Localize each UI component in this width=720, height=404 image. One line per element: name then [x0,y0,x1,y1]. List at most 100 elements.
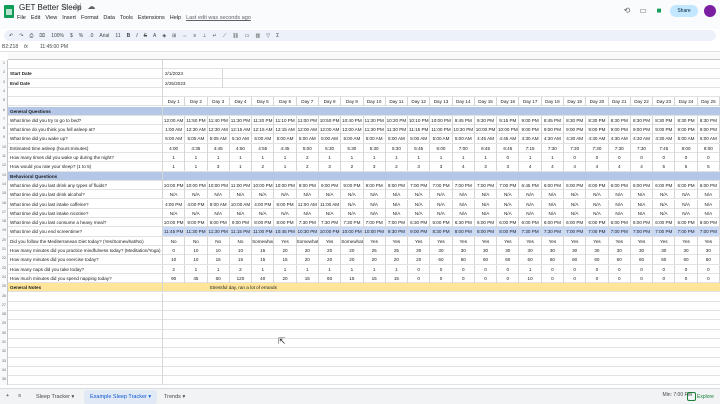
data-cell[interactable]: N/A [163,208,186,218]
data-cell[interactable]: N/A [475,199,498,209]
row-number[interactable]: 35 [0,377,8,381]
data-cell[interactable]: 4:30 AM [519,134,542,144]
data-cell[interactable]: 8:30 PM [631,115,654,125]
data-cell[interactable]: 30 [675,246,698,255]
row-label[interactable]: What time did you last drink any types o… [8,180,163,190]
menu-view[interactable]: View [45,15,57,26]
row-label[interactable]: What time did you last intake nicotine? [8,208,163,218]
data-cell[interactable]: 7:00 PM [453,180,475,190]
data-cell[interactable]: 2 [341,162,364,172]
data-cell[interactable]: 8:30 PM [675,115,698,125]
day-header[interactable]: Day 7 [297,97,319,107]
data-cell[interactable]: 30 [653,246,676,255]
data-cell[interactable]: 4:30 AM [586,134,609,144]
data-cell[interactable]: 7:00 [453,143,475,153]
data-cell[interactable]: Yes [631,236,654,246]
data-cell[interactable]: 9:00 PM [185,218,208,228]
data-cell[interactable]: 60 [319,273,342,283]
data-cell[interactable]: 5:00 AM [386,134,409,144]
data-cell[interactable]: 4:30 AM [653,134,676,144]
row-label[interactable] [8,301,163,311]
data-cell[interactable]: 9:00 PM [586,125,609,135]
data-cell[interactable]: 0 [497,153,520,162]
row-number[interactable]: 12 [0,163,8,167]
data-cell[interactable]: N/A [497,208,520,218]
row-headers[interactable]: 1 2 3 4 5 6 7 8 9 10 11 12 13 14 15 16 17 18 19 20 21 22 23 24 2… [0,60,8,385]
data-cell[interactable]: N/A [631,208,654,218]
day-header[interactable]: Day 24 [675,97,698,107]
data-cell[interactable]: 4 [609,162,631,172]
row-number[interactable]: 31 [0,340,8,344]
data-cell[interactable]: 5 [675,162,698,172]
data-cell[interactable]: 15 [297,273,319,283]
data-cell[interactable]: 5:05 AM [185,134,208,144]
data-cell[interactable]: N/A [230,208,253,218]
data-cell[interactable]: 1 [408,153,431,162]
data-cell[interactable]: 5:00 AM [675,134,698,144]
data-cell[interactable]: 1 [185,264,208,274]
filter-icon[interactable]: ▽ [266,33,270,39]
data-cell[interactable]: 6:00 PM [653,180,676,190]
data-cell[interactable]: 0 [675,264,698,274]
data-cell[interactable]: 20 [341,255,364,265]
row-label[interactable]: What time do you think you fell asleep a… [8,125,163,135]
chevron-down-icon[interactable]: ▾ [70,394,74,400]
data-cell[interactable]: Yes [586,236,609,246]
data-cell[interactable]: Yes [408,236,431,246]
data-cell[interactable]: 11:00 PM [297,115,319,125]
data-cell[interactable]: 11:10 PM [274,115,297,125]
data-cell[interactable]: 25 [364,246,386,255]
data-cell[interactable]: 60 [453,255,475,265]
data-cell[interactable]: 9:00 PM [230,218,253,228]
data-cell[interactable]: 20 [386,255,409,265]
data-cell[interactable]: 7:30 PM [519,227,542,237]
section-header[interactable]: General Questions [8,106,163,116]
data-cell[interactable]: N/A [698,199,720,209]
menu-extensions[interactable]: Extensions [138,15,165,26]
row-label[interactable]: How many naps did you take today? [8,264,163,274]
data-cell[interactable]: 60 [475,255,498,265]
data-cell[interactable]: 6:00 PM [430,218,453,228]
data-cell[interactable]: 15 [386,273,409,283]
data-cell[interactable]: 11:45 PM [163,227,186,237]
data-cell[interactable]: 5:00 AM [319,134,342,144]
row-number[interactable]: 2 [0,70,8,74]
data-cell[interactable]: 10:00 PM [318,227,342,237]
data-cell[interactable]: N/A [564,199,587,209]
data-cell[interactable]: 6:30 PM [453,218,475,228]
data-cell[interactable]: 10:45 PM [274,227,297,237]
data-cell[interactable]: 6:45 [475,143,498,153]
data-cell[interactable]: 1 [519,153,542,162]
note-cell[interactable]: Stressful day, ran a lot of errands [208,283,319,292]
row-label[interactable] [8,320,163,330]
data-cell[interactable]: 0 [675,153,698,162]
data-cell[interactable]: 7:00 PM [408,180,431,190]
data-cell[interactable]: N/A [519,190,542,200]
currency-icon[interactable]: $ [70,33,73,39]
data-cell[interactable]: 10:30 PM [296,227,319,237]
row-number[interactable]: 4 [0,89,8,93]
data-cell[interactable]: No [185,236,208,246]
data-cell[interactable]: 7:00 PM [675,227,698,237]
data-cell[interactable]: 7:00 PM [430,180,453,190]
data-cell[interactable]: 6:00 PM [698,180,720,190]
fill-color-icon[interactable]: ◈ [162,33,166,39]
row-number[interactable]: 29 [0,321,8,325]
data-cell[interactable]: 5:00 AM [453,134,475,144]
data-cell[interactable]: N/A [542,199,565,209]
data-cell[interactable]: 15 [364,273,386,283]
data-cell[interactable]: N/A [230,190,253,200]
data-cell[interactable]: 0 [564,264,587,274]
data-cell[interactable]: 1 [453,153,475,162]
data-cell[interactable]: 20 [297,246,319,255]
data-cell[interactable]: 7:30 PM [297,218,319,228]
data-cell[interactable]: N/A [542,190,565,200]
data-cell[interactable]: 0 [631,273,654,283]
data-cell[interactable]: N/A [185,208,208,218]
data-cell[interactable]: N/A [297,208,319,218]
data-cell[interactable]: 10:00 PM [163,218,186,228]
data-cell[interactable]: 4 [453,162,475,172]
data-cell[interactable]: Yes [542,236,565,246]
data-cell[interactable]: 0 [609,273,631,283]
data-cell[interactable]: 9:00 PM [698,125,720,135]
